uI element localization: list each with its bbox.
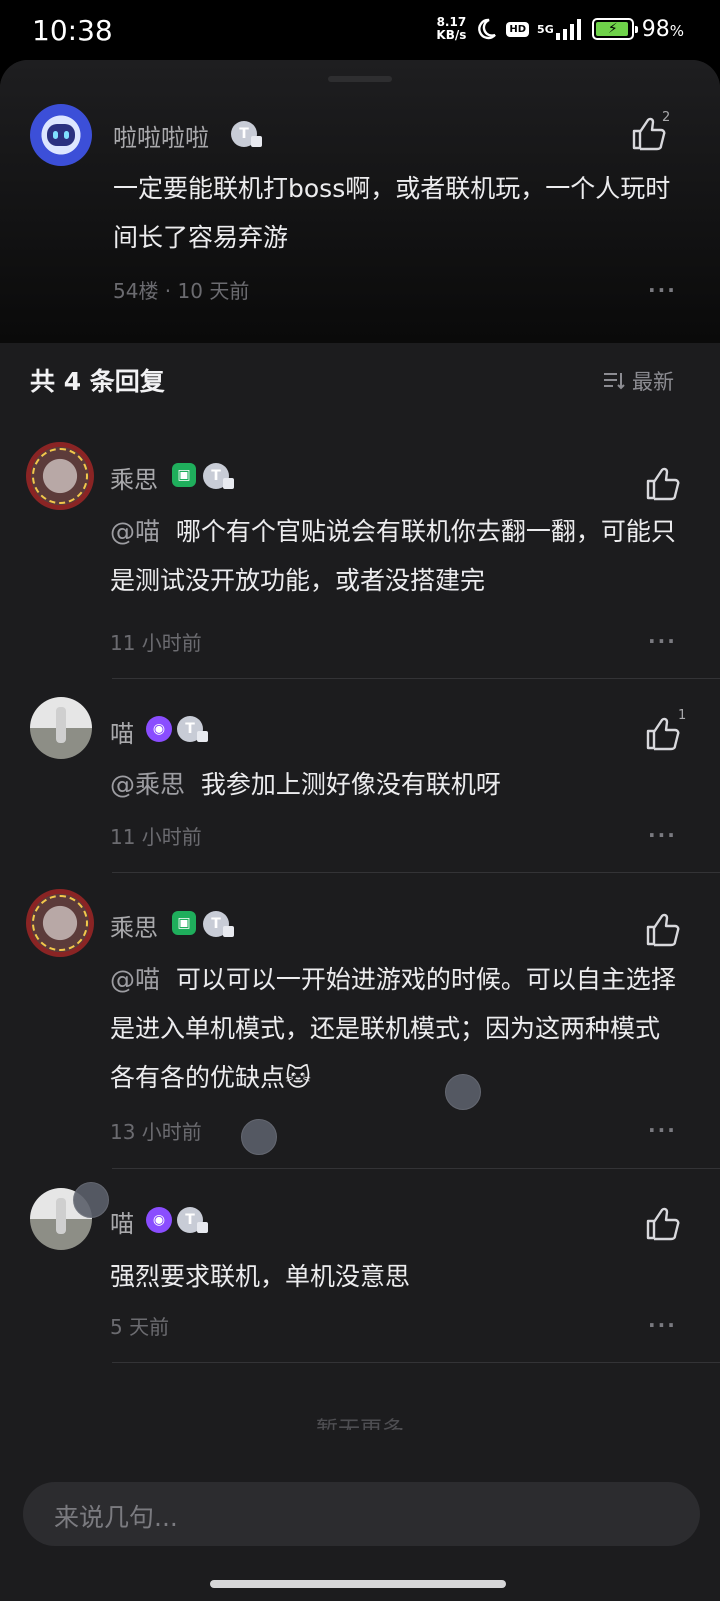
reply-count: 共 4 条回复 bbox=[30, 367, 165, 396]
username[interactable]: 乘思 bbox=[110, 908, 158, 943]
comment-input[interactable]: 来说几句... bbox=[23, 1482, 700, 1546]
like-icon[interactable] bbox=[642, 464, 682, 504]
battery-icon: ⚡ bbox=[591, 18, 638, 40]
home-indicator[interactable] bbox=[210, 1580, 506, 1588]
reply-text: @乘思 我参加上测好像没有联机呀 bbox=[110, 770, 501, 799]
divider bbox=[112, 1168, 720, 1169]
gamepad-badge-icon: ◉ bbox=[146, 716, 172, 742]
level-badge: T bbox=[203, 463, 234, 489]
level-badge: T bbox=[231, 121, 262, 147]
input-placeholder: 来说几句... bbox=[54, 1503, 178, 1532]
touch-indicator bbox=[445, 1074, 481, 1110]
level-badge: T bbox=[203, 911, 234, 937]
more-button[interactable]: ··· bbox=[648, 823, 677, 847]
battery-percent: 98% bbox=[641, 16, 684, 42]
status-bar: 10:38 8.17 KB/s HD 5G ⚡ 98% bbox=[0, 0, 720, 64]
comment-text: 一定要能联机打boss啊，或者联机玩，一个人玩时间长了容易弃游 bbox=[113, 174, 671, 252]
like-icon[interactable] bbox=[642, 1204, 682, 1244]
mention[interactable]: @喵 bbox=[110, 517, 160, 546]
reply-text: @喵 可以可以一开始进游戏的时候。可以自主选择是进入单机模式，还是联机模式；因为… bbox=[110, 965, 676, 1092]
drag-handle[interactable] bbox=[328, 76, 392, 82]
reply-text: @喵 哪个有个官贴说会有联机你去翻一翻，可能只是测试没开放功能，或者没搭建完 bbox=[110, 517, 676, 595]
avatar[interactable] bbox=[26, 442, 94, 510]
game-badge-icon: ▣ bbox=[172, 463, 196, 487]
touch-indicator bbox=[241, 1119, 277, 1155]
reply-time: 5 天前 bbox=[110, 1315, 170, 1339]
net-speed: 8.17 KB/s bbox=[436, 15, 467, 42]
username[interactable]: 喵 bbox=[110, 714, 134, 749]
like-count: 1 bbox=[678, 708, 687, 723]
like-icon[interactable] bbox=[642, 714, 682, 754]
like-icon[interactable] bbox=[642, 910, 682, 950]
screen: 10:38 8.17 KB/s HD 5G ⚡ 98% 啦啦啦啦 T 2 一定要… bbox=[0, 0, 720, 1601]
more-button[interactable]: ··· bbox=[648, 1118, 677, 1142]
avatar[interactable] bbox=[30, 104, 92, 166]
mention[interactable]: @乘思 bbox=[110, 770, 185, 799]
sort-button[interactable]: 最新 bbox=[602, 366, 674, 396]
divider bbox=[112, 678, 720, 679]
like-count: 2 bbox=[662, 110, 671, 125]
level-badge: T bbox=[177, 716, 208, 742]
more-button[interactable]: ··· bbox=[648, 629, 677, 653]
avatar[interactable] bbox=[26, 889, 94, 957]
reply-time: 11 小时前 bbox=[110, 825, 202, 849]
moon-icon bbox=[474, 17, 498, 41]
more-button[interactable]: ··· bbox=[648, 278, 677, 302]
mention[interactable]: @喵 bbox=[110, 965, 160, 994]
sort-icon bbox=[604, 373, 625, 390]
no-more-label: 暂无更多 bbox=[0, 1412, 720, 1430]
comment-meta: 54楼 · 10 天前 bbox=[113, 279, 250, 303]
username[interactable]: 喵 bbox=[110, 1204, 134, 1239]
divider bbox=[112, 872, 720, 873]
sort-label: 最新 bbox=[632, 370, 674, 394]
divider bbox=[112, 1362, 720, 1363]
touch-indicator bbox=[73, 1182, 109, 1218]
gamepad-badge-icon: ◉ bbox=[146, 1207, 172, 1233]
game-badge-icon: ▣ bbox=[172, 911, 196, 935]
username[interactable]: 啦啦啦啦 bbox=[113, 118, 209, 153]
clock: 10:38 bbox=[32, 14, 113, 47]
username[interactable]: 乘思 bbox=[110, 460, 158, 495]
reply-text: 强烈要求联机，单机没意思 bbox=[110, 1262, 411, 1291]
more-button[interactable]: ··· bbox=[648, 1313, 677, 1337]
hd-icon: HD bbox=[506, 21, 530, 37]
reply-time: 11 小时前 bbox=[110, 631, 202, 655]
reply-time: 13 小时前 bbox=[110, 1120, 202, 1144]
level-badge: T bbox=[177, 1207, 208, 1233]
status-icons: 8.17 KB/s HD 5G ⚡ 98% bbox=[436, 16, 684, 42]
signal-icon: 5G bbox=[537, 18, 584, 40]
cat-emoji: 🐱 bbox=[285, 1063, 312, 1092]
avatar[interactable] bbox=[30, 697, 92, 759]
